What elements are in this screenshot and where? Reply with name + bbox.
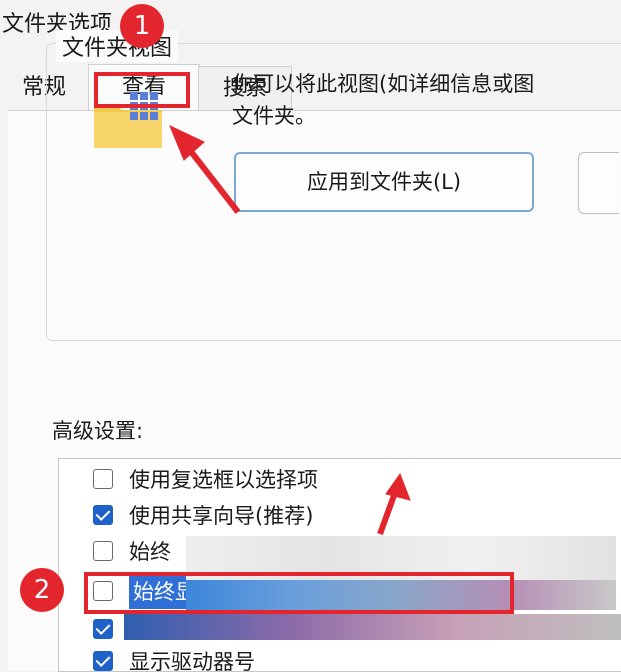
highlight-box-row [84,572,514,614]
list-item-label: 使用复选框以选择项 [129,468,318,492]
checkbox[interactable] [93,541,113,561]
list-item-label: 显示驱动器号 [129,650,255,672]
list-item[interactable]: 使用复选框以选择项 [91,463,621,497]
highlight-box-tab [94,72,190,108]
list-item[interactable]: 显示驱动器号 [91,645,621,672]
reset-folders-button[interactable] [578,152,619,214]
list-item-label: 使用共享向导(推荐) [129,504,314,528]
blurred-region [124,614,621,640]
title-bar [170,0,621,44]
checkbox[interactable] [93,505,113,525]
checkbox[interactable] [93,651,113,671]
folder-views-description: 你可以将此视图(如详细信息或图 文件夹。 [232,72,535,128]
checkbox[interactable] [93,469,113,489]
step-badge-1: 1 [120,4,164,48]
step-badge-2: 2 [20,568,64,612]
advanced-settings-label: 高级设置: [52,419,144,443]
apply-to-folders-button[interactable]: 应用到文件夹(L) [234,152,534,212]
checkbox[interactable] [93,619,113,639]
list-item[interactable]: 使用共享向导(推荐) [91,499,621,533]
list-item-label: 始终 [129,540,171,564]
